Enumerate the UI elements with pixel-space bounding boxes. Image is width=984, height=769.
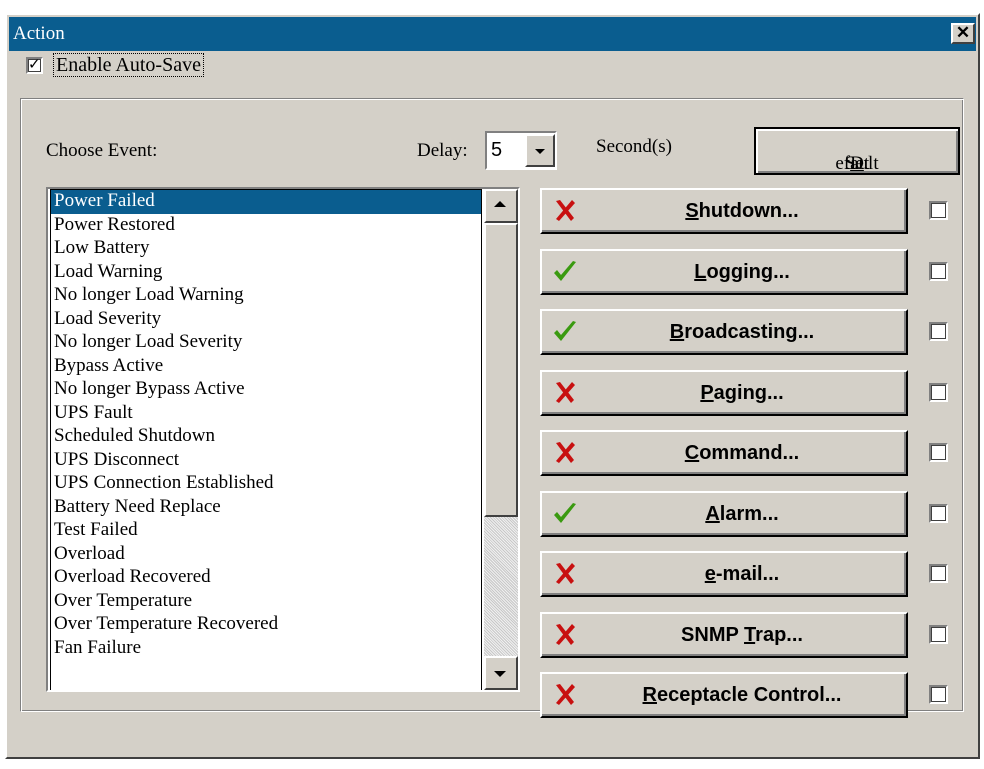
action-button[interactable]: SNMP Trap...: [540, 612, 908, 658]
autosave-checkbox[interactable]: ✓: [26, 54, 43, 74]
scroll-up-button[interactable]: [484, 189, 518, 223]
list-item[interactable]: UPS Connection Established: [51, 472, 481, 496]
chevron-down-icon: [494, 671, 506, 677]
event-listbox[interactable]: Power Failed Power Restored Low Battery Loa…: [46, 187, 520, 692]
list-item[interactable]: Load Warning: [51, 261, 481, 285]
action-button-label: Shutdown...: [685, 200, 799, 222]
action-button-label: Logging...: [694, 261, 790, 283]
delay-unit-label: Second(s): [596, 136, 672, 157]
delay-label: Delay:: [417, 140, 468, 161]
set-default-button[interactable]: Set Default: [754, 127, 960, 175]
list-item[interactable]: No longer Load Warning: [51, 284, 481, 308]
action-button[interactable]: Alarm...: [540, 491, 908, 537]
delay-value: 5: [491, 139, 503, 161]
green-check-icon: [554, 503, 576, 523]
list-item[interactable]: Power Restored: [51, 214, 481, 238]
action-checkbox[interactable]: [929, 383, 948, 402]
list-item[interactable]: Scheduled Shutdown: [51, 425, 481, 449]
list-item[interactable]: UPS Fault: [51, 402, 481, 426]
action-checkbox[interactable]: [929, 262, 948, 281]
action-button[interactable]: Logging...: [540, 249, 908, 295]
delay-select[interactable]: 5: [485, 131, 557, 170]
list-item[interactable]: Battery Need Replace: [51, 496, 481, 520]
titlebar: Action ✕: [9, 17, 976, 51]
action-button-label: Broadcasting...: [669, 321, 815, 343]
scrollbar-thumb[interactable]: [484, 223, 518, 517]
action-button-label: e-mail...: [704, 563, 780, 585]
action-checkbox[interactable]: [929, 504, 948, 523]
event-list[interactable]: Power Failed Power Restored Low Battery Loa…: [50, 189, 482, 690]
list-item[interactable]: Low Battery: [51, 237, 481, 261]
green-check-icon: [554, 321, 576, 341]
red-x-icon: [556, 442, 575, 463]
checkmark-icon: ✓: [28, 54, 41, 73]
red-x-icon: [556, 563, 575, 584]
close-button[interactable]: ✕: [951, 23, 975, 44]
action-checkbox[interactable]: [929, 564, 948, 583]
list-item[interactable]: Load Severity: [51, 308, 481, 332]
action-button[interactable]: e-mail...: [540, 551, 908, 597]
red-x-icon: [556, 382, 575, 403]
green-check-icon: [554, 261, 576, 281]
action-button-label: Receptacle Control...: [642, 684, 842, 706]
autosave-checkbox-row[interactable]: ✓ Enable Auto-Save: [26, 52, 204, 78]
action-checkbox[interactable]: [929, 625, 948, 644]
action-button[interactable]: Receptacle Control...: [540, 672, 908, 718]
list-item[interactable]: Fan Failure: [51, 637, 481, 661]
action-button-label: Command...: [684, 442, 800, 464]
list-item[interactable]: Over Temperature Recovered: [51, 613, 481, 637]
list-item[interactable]: No longer Load Severity: [51, 331, 481, 355]
action-button[interactable]: Command...: [540, 430, 908, 476]
red-x-icon: [556, 624, 575, 645]
action-button[interactable]: Shutdown...: [540, 188, 908, 234]
autosave-label[interactable]: Enable Auto-Save: [53, 53, 204, 77]
action-button-label: SNMP Trap...: [681, 624, 803, 646]
action-button[interactable]: Paging...: [540, 370, 908, 416]
chevron-up-icon: [494, 201, 506, 207]
list-item[interactable]: Overload Recovered: [51, 566, 481, 590]
action-button[interactable]: Broadcasting...: [540, 309, 908, 355]
red-x-icon: [556, 200, 575, 221]
list-item[interactable]: Test Failed: [51, 519, 481, 543]
action-button-label: Alarm...: [705, 503, 779, 525]
event-list-scrollbar[interactable]: [484, 189, 518, 690]
list-item[interactable]: Over Temperature: [51, 590, 481, 614]
list-item[interactable]: UPS Disconnect: [51, 449, 481, 473]
scroll-down-button[interactable]: [484, 656, 518, 690]
action-checkbox[interactable]: [929, 685, 948, 704]
action-checkbox[interactable]: [929, 443, 948, 462]
chevron-down-icon: [535, 149, 545, 154]
list-item[interactable]: Overload: [51, 543, 481, 567]
action-checkbox[interactable]: [929, 322, 948, 341]
cropped-top-text: [0, 0, 2, 11]
window-title: Action: [13, 23, 65, 44]
list-item[interactable]: Power Failed: [51, 190, 481, 214]
list-item[interactable]: No longer Bypass Active: [51, 378, 481, 402]
list-item[interactable]: Bypass Active: [51, 355, 481, 379]
action-button-label: Paging...: [700, 382, 784, 404]
close-icon: ✕: [955, 23, 971, 42]
delay-dropdown-button[interactable]: [525, 134, 555, 167]
red-x-icon: [556, 684, 575, 705]
choose-event-label: Choose Event:: [46, 140, 158, 161]
action-checkbox[interactable]: [929, 201, 948, 220]
